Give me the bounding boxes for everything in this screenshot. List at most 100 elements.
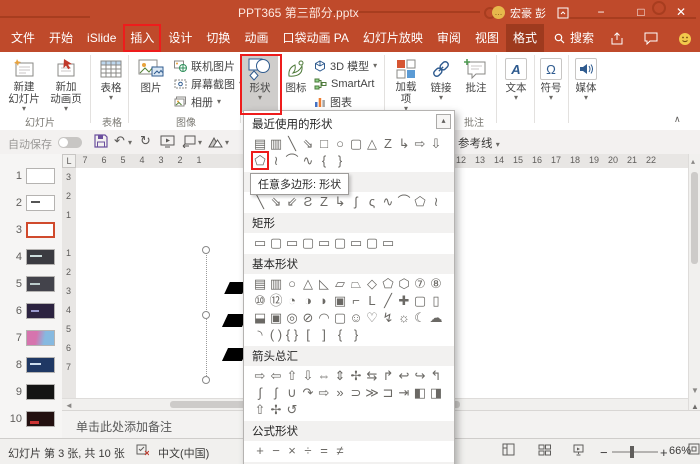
photo-album-button[interactable]: 相册 ▾	[174, 93, 221, 110]
shape-cell[interactable]: { }	[284, 326, 300, 343]
slide-thumbnail[interactable]	[26, 411, 55, 427]
icons-button[interactable]: 图标	[280, 56, 312, 112]
shape-cell[interactable]: ◠	[316, 309, 332, 326]
shape-cell[interactable]: ☺	[348, 309, 364, 326]
shape-cell[interactable]: ⇆	[364, 367, 380, 384]
shape-cell[interactable]: ⇧	[252, 401, 268, 418]
shape-cell[interactable]: ʃ	[268, 384, 284, 401]
shape-cell[interactable]: ς	[364, 193, 380, 210]
shape-cell[interactable]: ⇥	[396, 384, 412, 401]
shape-cell[interactable]: ⊐	[380, 384, 396, 401]
shape-cell[interactable]: ◧	[412, 384, 428, 401]
chevron-down-icon[interactable]: ▾	[198, 139, 202, 147]
shape-cell[interactable]: ⑧	[428, 275, 444, 292]
shape-cell[interactable]: ▢	[332, 234, 348, 251]
shape-cell[interactable]: ⑩	[252, 292, 268, 309]
tab-review[interactable]: 审阅	[430, 24, 468, 52]
shape-cell[interactable]: ▢	[348, 135, 364, 152]
shape-cell[interactable]: ▯	[428, 292, 444, 309]
shape-cell[interactable]: ▢	[268, 234, 284, 251]
shape-cell[interactable]: ⇩	[428, 135, 444, 152]
minimize-button[interactable]: −	[586, 0, 616, 24]
shape-cell[interactable]: ⇙	[284, 193, 300, 210]
shape-cell-freeform-highlighted[interactable]: ⬠	[251, 151, 269, 170]
shape-cell[interactable]: ∫	[252, 384, 268, 401]
slide-thumbnail-row[interactable]: 1	[0, 166, 62, 186]
shape-cell[interactable]: [	[300, 326, 316, 343]
slideshow-view-icon[interactable]	[572, 443, 585, 456]
shape-cell[interactable]: ▭	[380, 234, 396, 251]
shape-cell[interactable]: ▤	[252, 135, 268, 152]
feedback-smiley-icon[interactable]	[672, 24, 698, 52]
shape-cell[interactable]: Ƨ	[300, 193, 316, 210]
shape-cell[interactable]: ↩	[396, 367, 412, 384]
shape-cell[interactable]: ╲	[284, 135, 300, 152]
shape-cell[interactable]: ▤	[252, 275, 268, 292]
shape-cell[interactable]: =	[316, 442, 332, 459]
shape-cell[interactable]: ⊘	[300, 309, 316, 326]
shape-cell[interactable]: ⇨	[316, 384, 332, 401]
shape-cell[interactable]: ✢	[268, 401, 284, 418]
shape-cell[interactable]: ↳	[396, 135, 412, 152]
slide-thumbnail[interactable]	[26, 249, 55, 265]
shape-cell[interactable]: {	[316, 152, 332, 169]
start-slideshow-icon[interactable]	[160, 135, 175, 148]
slide-thumbnail-row[interactable]: 2	[0, 193, 62, 213]
selection-handle[interactable]	[202, 246, 210, 254]
slide-thumbnail[interactable]	[26, 276, 55, 292]
smartart-button[interactable]: SmartArt	[314, 75, 374, 92]
zoom-slider-thumb[interactable]	[630, 446, 634, 458]
merge-shapes-icon[interactable]	[208, 135, 223, 148]
shape-cell[interactable]: ╱	[380, 292, 396, 309]
tab-pocket-animation[interactable]: 口袋动画 PA	[275, 24, 355, 52]
shape-cell[interactable]: L	[364, 292, 380, 309]
tab-file[interactable]: 文件	[4, 24, 42, 52]
user-name[interactable]: 宏豪 彭	[510, 5, 546, 21]
shape-cell[interactable]: ∿	[380, 193, 396, 210]
shape-cell[interactable]: ☾	[412, 309, 428, 326]
chevron-down-icon[interactable]: ▾	[225, 139, 229, 147]
undo-icon[interactable]: ↶	[114, 133, 125, 149]
shape-cell[interactable]: ⇘	[268, 193, 284, 210]
new-slide-button[interactable]: 新建 幻灯片 ▾	[4, 56, 44, 113]
shape-cell[interactable]: ⌒	[396, 193, 412, 210]
tab-home[interactable]: 开始	[42, 24, 80, 52]
shape-cell[interactable]: ▣	[268, 309, 284, 326]
slide-thumbnail[interactable]	[26, 357, 55, 373]
shape-cell[interactable]: ☁	[428, 309, 444, 326]
slide-thumbnail[interactable]	[26, 330, 55, 346]
shape-cell[interactable]: △	[300, 275, 316, 292]
online-pictures-button[interactable]: 联机图片	[174, 57, 235, 74]
zoom-in-button[interactable]: +	[660, 445, 668, 460]
comments-icon[interactable]	[638, 24, 664, 52]
shape-cell[interactable]: ⊃	[348, 384, 364, 401]
shape-cell[interactable]: ↰	[428, 367, 444, 384]
new-animation-page-button[interactable]: 新加 动画页 ▾	[46, 56, 86, 113]
shape-cell[interactable]: ≀	[268, 152, 284, 169]
picture-button[interactable]: 图片	[132, 56, 170, 112]
normal-view-icon[interactable]	[502, 443, 515, 456]
link-button[interactable]: 链接 ▾	[426, 56, 456, 112]
shape-cell[interactable]: ↺	[284, 401, 300, 418]
shape-cell[interactable]: ▥	[268, 135, 284, 152]
collapse-ribbon-icon[interactable]: ∧	[674, 114, 681, 125]
slide-thumbnail-row[interactable]: 5	[0, 274, 62, 294]
shape-cell[interactable]: ☼	[396, 309, 412, 326]
shape-cell[interactable]: ▱	[332, 275, 348, 292]
chart-button[interactable]: 图表	[314, 93, 352, 110]
shape-cell[interactable]: »	[332, 384, 348, 401]
shape-cell[interactable]: ▭	[252, 234, 268, 251]
search-box[interactable]: 搜索	[554, 24, 594, 52]
redo-icon[interactable]: ↻	[140, 133, 151, 149]
shape-cell[interactable]: }	[332, 152, 348, 169]
screenshot-button[interactable]: 屏幕截图 ▾	[174, 75, 243, 92]
share-icon[interactable]	[604, 24, 630, 52]
shape-cell[interactable]: ▢	[364, 234, 380, 251]
shape-cell[interactable]: ◑	[300, 292, 316, 309]
shape-cell[interactable]: ⬡	[396, 275, 412, 292]
shape-cell[interactable]: ▭	[284, 234, 300, 251]
shape-cell[interactable]: ↱	[380, 367, 396, 384]
reuse-slides-icon[interactable]	[182, 135, 196, 148]
shape-cell[interactable]: ⌒	[284, 152, 300, 169]
shape-cell[interactable]: ▢	[300, 234, 316, 251]
